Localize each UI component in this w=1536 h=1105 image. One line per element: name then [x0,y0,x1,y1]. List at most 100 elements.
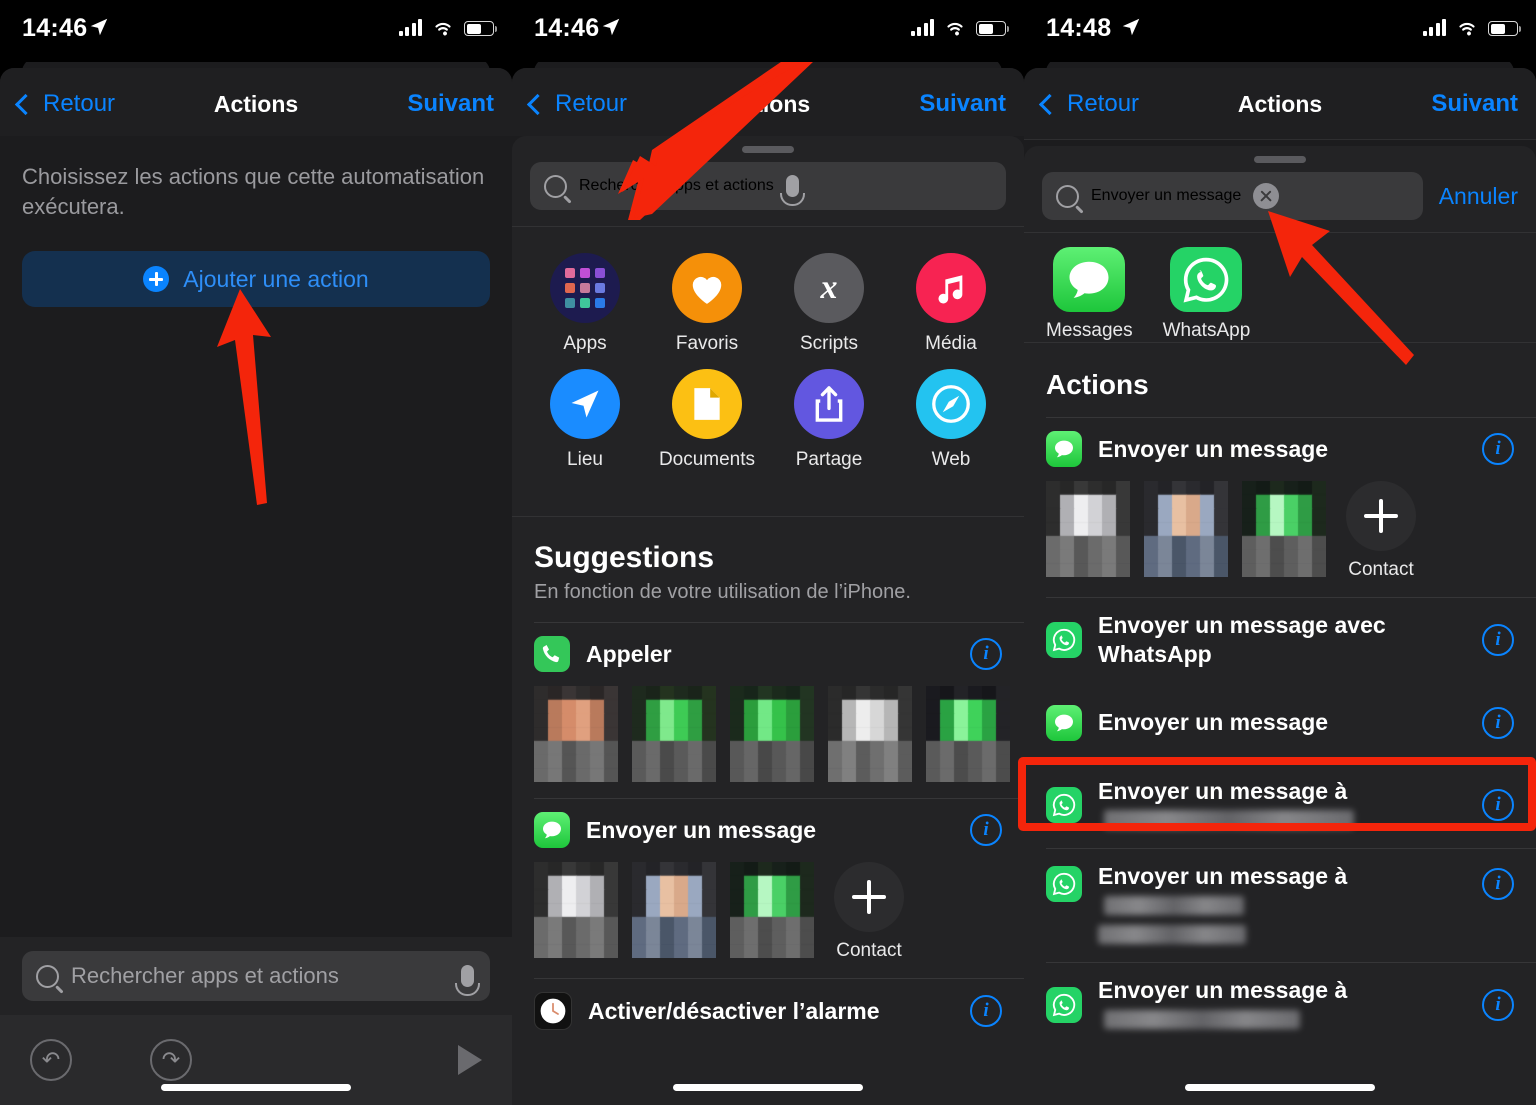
avatar[interactable] [926,686,1010,782]
action-label: Envoyer un message avec WhatsApp [1098,612,1386,667]
messages-icon [1046,431,1082,467]
search-input[interactable]: Envoyer un message [1042,172,1423,220]
avatar[interactable] [632,686,716,782]
back-button-label: Retour [43,90,116,117]
avatar[interactable] [632,862,716,958]
next-button[interactable]: Suivant [1431,90,1518,118]
search-sheet: Envoyer un message Annuler Messages What… [1024,146,1536,1105]
panel-automation-actions: Retour Actions Suivant Choisissez les ac… [0,0,512,1105]
avatar[interactable] [534,862,618,958]
wifi-icon [947,22,963,36]
add-action-button-label: Ajouter une action [183,265,369,292]
actions-results-section: Actions Envoyer un message i Contact Env… [1024,342,1536,1105]
apps-grid-icon [550,253,620,323]
action-row-send-message-contact-1[interactable]: Envoyer un message à i [1024,762,1536,849]
action-row-send-message-contact-2[interactable]: Envoyer un message à i [1024,848,1536,962]
contact-strip: Contact [1024,481,1536,597]
safari-compass-icon [916,369,986,439]
clear-icon[interactable] [1253,183,1280,209]
search-input[interactable]: Rechercher apps et actions [22,951,490,1001]
app-result-messages[interactable]: Messages [1046,247,1133,342]
next-button[interactable]: Suivant [919,90,1006,118]
undo-icon[interactable]: ↶ [30,1039,72,1081]
location-arrow-icon [1122,18,1140,36]
category-web[interactable]: Web [890,369,1012,471]
plus-circle-icon [143,266,170,293]
action-label: Envoyer un message à [1098,777,1466,835]
back-button[interactable]: Retour [14,90,116,118]
status-indicators [1422,18,1521,36]
suggestion-row-envoyer-message[interactable]: Envoyer un message i [512,798,1024,862]
sheet-grabber[interactable] [742,146,794,153]
avatar[interactable] [730,686,814,782]
suggestions-title: Suggestions [534,541,715,574]
avatar[interactable] [534,686,618,782]
action-row-send-message-highlighted[interactable]: Envoyer un message i [1024,683,1536,763]
suggestion-row-appeler[interactable]: Appeler i [512,622,1024,686]
category-label: Web [931,449,971,470]
add-contact-button[interactable]: Contact [1346,481,1416,581]
redo-icon[interactable]: ↷ [150,1039,192,1081]
info-icon[interactable]: i [970,995,1002,1027]
microphone-icon[interactable] [779,175,805,206]
back-button[interactable]: Retour [1038,90,1140,118]
sheet-grabber[interactable] [1254,156,1306,163]
avatar[interactable] [828,686,912,782]
play-icon[interactable] [458,1045,482,1075]
phone-icon [534,636,570,672]
navigation-bar: Retour Actions Suivant [512,68,1024,140]
search-row: Rechercher apps et actions [530,162,1006,210]
search-input[interactable]: Rechercher apps et actions [530,162,1006,210]
next-button[interactable]: Suivant [407,90,494,118]
home-indicator [161,1084,351,1091]
avatar[interactable] [1046,481,1130,577]
action-row-send-message[interactable]: Envoyer un message i [1024,417,1536,481]
category-scripts[interactable]: x Scripts [768,253,890,355]
category-lieu[interactable]: Lieu [524,369,646,471]
cancel-button[interactable]: Annuler [1435,183,1518,210]
wifi-icon [435,22,451,36]
avatar[interactable] [730,862,814,958]
info-icon[interactable]: i [970,814,1002,846]
info-icon[interactable]: i [1482,433,1514,465]
info-icon[interactable]: i [1482,989,1514,1021]
info-icon[interactable]: i [1482,706,1514,739]
battery-half-icon [976,21,1009,36]
add-contact-button[interactable]: Contact [834,862,904,962]
category-partage[interactable]: Partage [768,369,890,471]
action-label: Envoyer un message [1098,435,1329,462]
messages-icon [1046,704,1082,741]
suggestion-row-alarme[interactable]: Activer/désactiver l’alarme i [512,978,1024,1044]
category-apps[interactable]: Apps [524,253,646,355]
info-icon[interactable]: i [1482,868,1514,900]
info-icon[interactable]: i [970,638,1002,670]
suggestion-label: Appeler [586,640,672,667]
back-button-label: Retour [1067,90,1140,117]
clock-icon [534,992,572,1030]
info-icon[interactable]: i [1482,623,1514,656]
avatar[interactable] [1242,481,1326,577]
whatsapp-icon [1170,247,1243,312]
panel-body: Rechercher apps et actions Apps Favoris … [512,136,1024,1105]
action-row-send-message-whatsapp[interactable]: Envoyer un message avec WhatsApp i [1024,597,1536,683]
avatar[interactable] [1144,481,1228,577]
microphone-icon[interactable] [455,965,480,996]
category-documents[interactable]: Documents [646,369,768,471]
add-action-button[interactable]: Ajouter une action [22,251,490,308]
whatsapp-icon [1046,787,1082,824]
search-placeholder: Rechercher apps et actions [71,963,339,988]
action-row-send-message-contact-3[interactable]: Envoyer un message à i [1024,962,1536,1048]
battery-half-icon [464,21,497,36]
category-favoris[interactable]: Favoris [646,253,768,355]
category-grid-section: Apps Favoris x Scripts Média Lieu Docume… [512,226,1024,493]
whatsapp-icon [1046,866,1082,902]
info-icon[interactable]: i [1482,789,1514,822]
messages-icon [534,812,570,848]
back-button[interactable]: Retour [526,90,627,118]
category-label: Média [925,333,977,354]
bottom-bar: Rechercher apps et actions ↶ ↷ [0,937,512,1105]
app-result-whatsapp[interactable]: WhatsApp [1163,247,1250,342]
action-label: Envoyer un message [1098,709,1329,736]
music-note-icon [916,253,986,323]
category-media[interactable]: Média [890,253,1012,355]
